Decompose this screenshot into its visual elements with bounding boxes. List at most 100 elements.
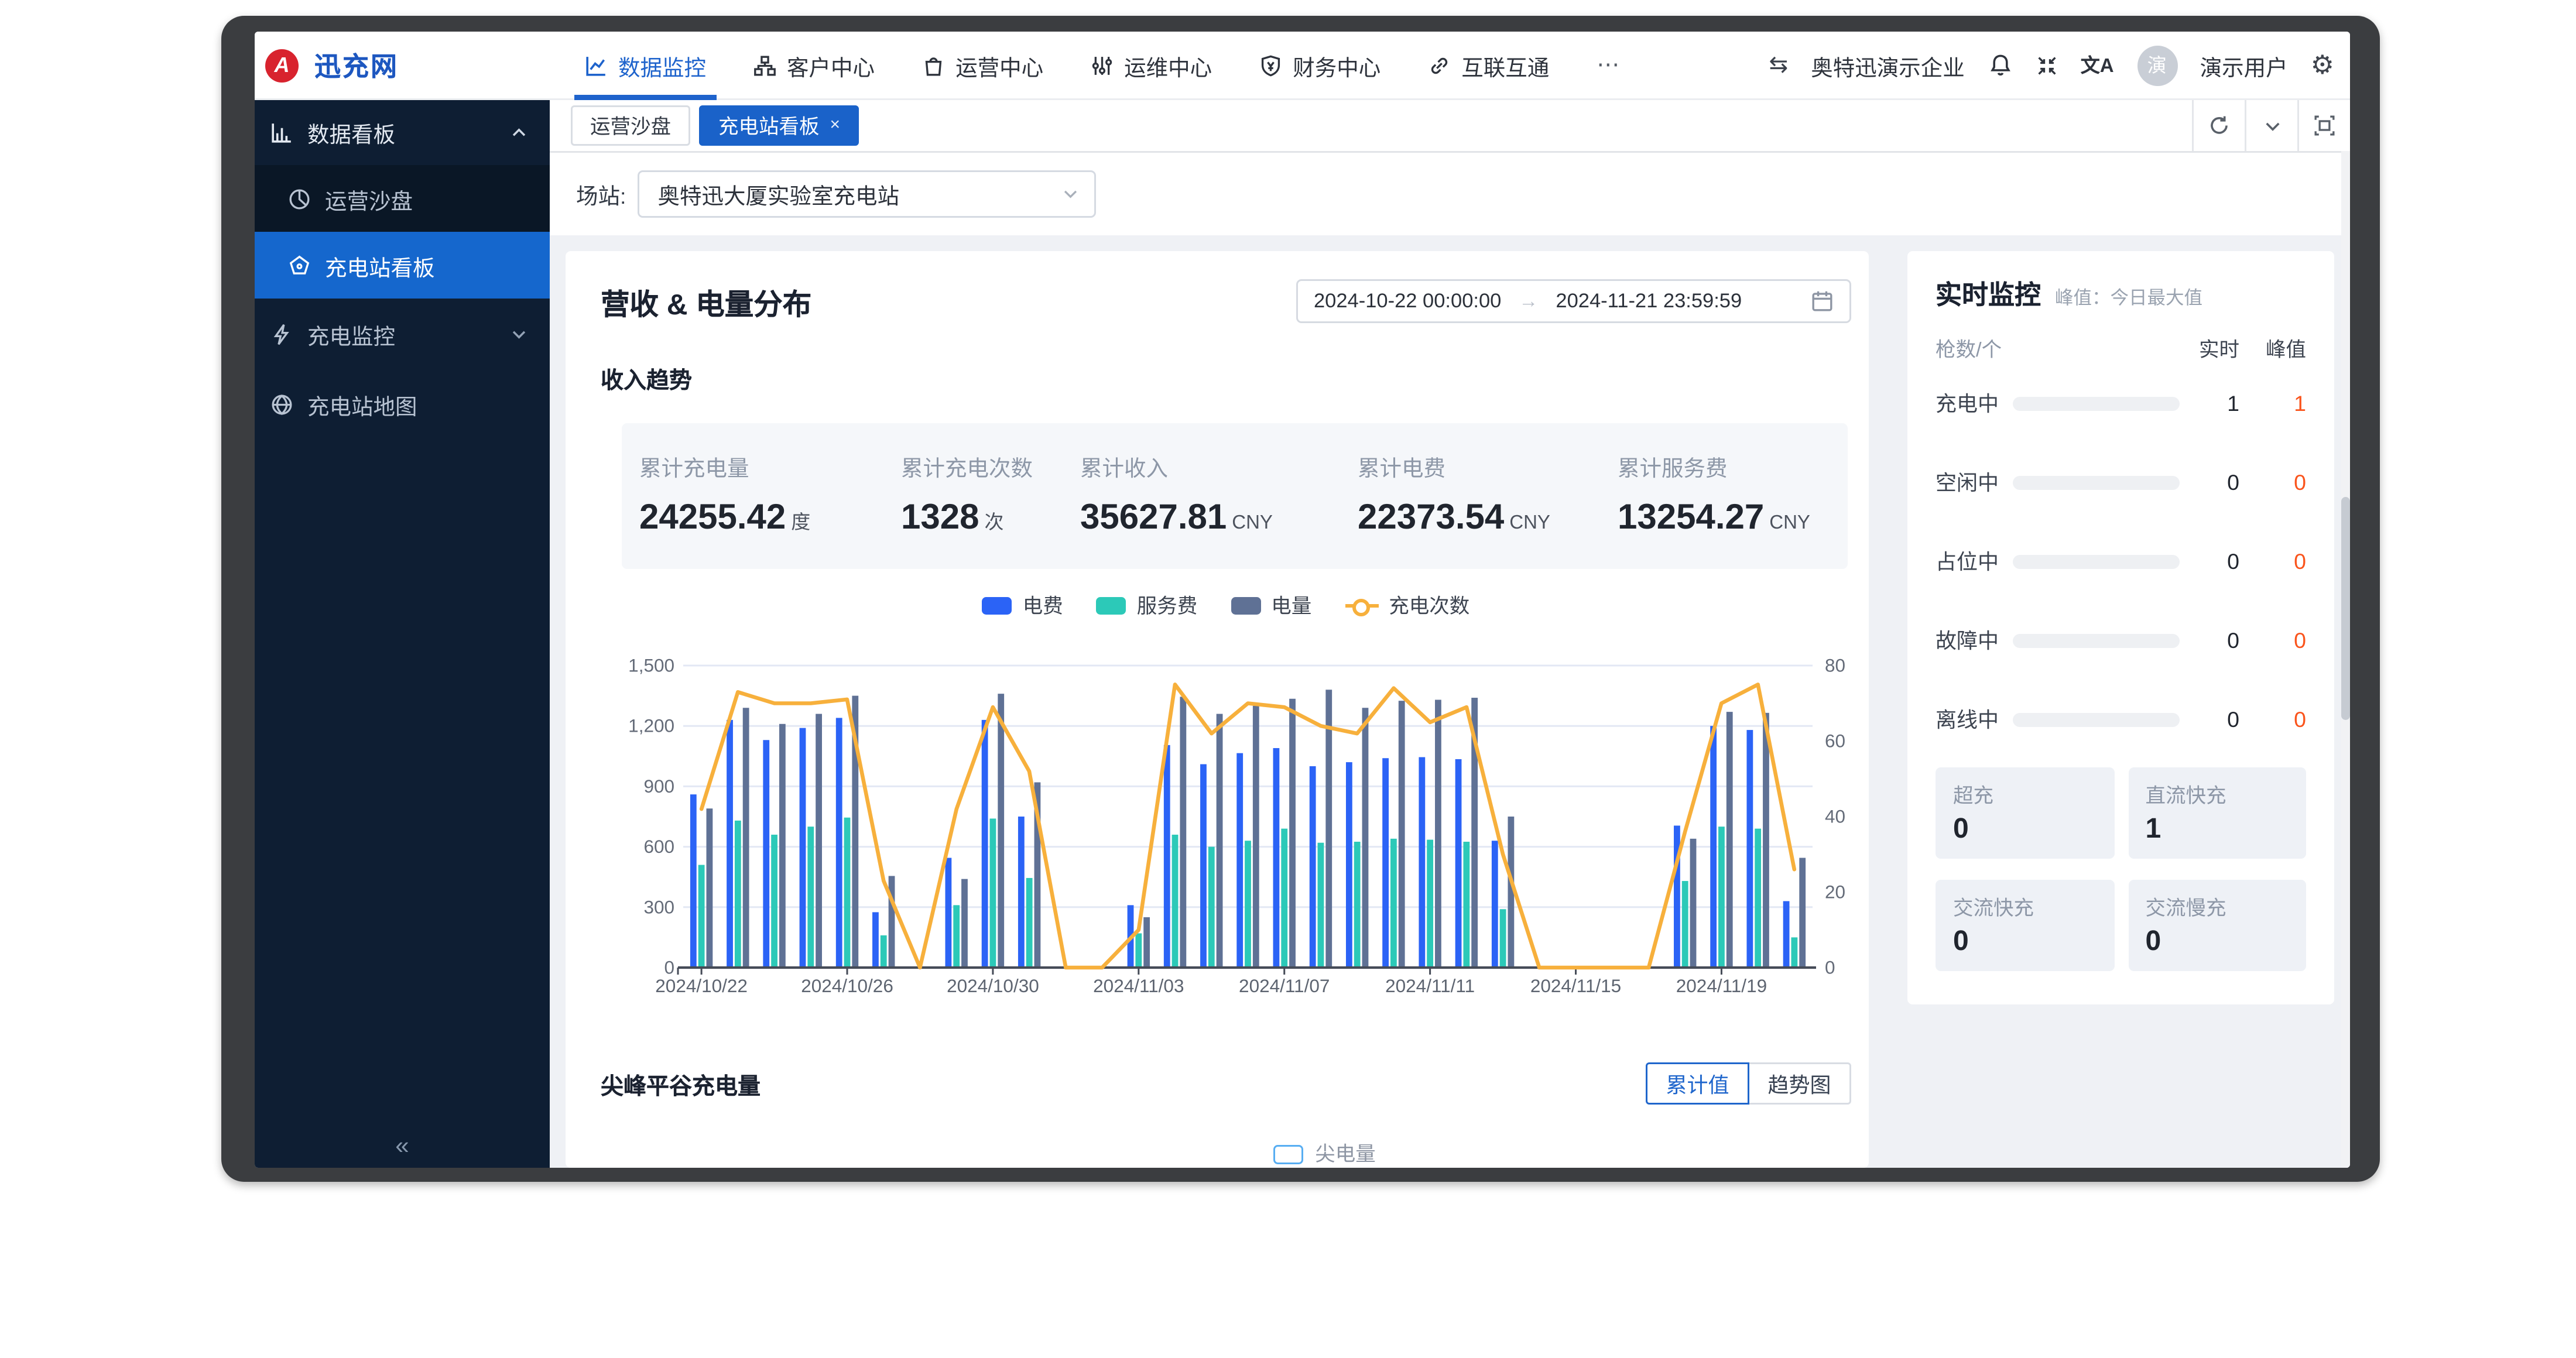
pentagon-gauge-icon <box>288 254 311 277</box>
progress-bar <box>2013 554 2180 568</box>
nav-more-button[interactable]: ⋯ <box>1597 51 1623 79</box>
row-occupied: 占位中 0 0 <box>1936 522 2306 601</box>
app-window: A 迅充网 数据监控 客户中心 运营中心 <box>255 32 2350 1168</box>
legend-swatch <box>982 597 1012 615</box>
nav-item-label: 运营中心 <box>955 49 1043 82</box>
nav-item-label: 财务中心 <box>1293 49 1381 82</box>
card-dc-fast: 直流快充 1 <box>2128 767 2307 859</box>
org-switch-icon[interactable]: ⇆ <box>1769 51 1788 79</box>
nav-item-label: 运维中心 <box>1124 49 1212 82</box>
gear-icon[interactable]: ⚙ <box>2311 52 2334 78</box>
sidebar-item-operation-sandbox[interactable]: 运营沙盘 <box>255 165 550 232</box>
row-idle: 空闲中 0 0 <box>1936 443 2306 522</box>
pie-chart-icon <box>288 187 311 210</box>
nav-item-operation-center[interactable]: 运营中心 <box>922 49 1043 82</box>
realtime-note: 峰值：今日最大值 <box>2055 284 2202 311</box>
sidebar-item-label: 充电站地图 <box>307 387 417 421</box>
translate-icon[interactable]: 文A <box>2081 51 2114 79</box>
realtime-columns: 枪数/个 实时 峰值 <box>1936 335 2306 363</box>
user-name[interactable]: 演示用户 <box>2200 49 2288 82</box>
fullscreen-icon[interactable] <box>2035 54 2058 77</box>
chevron-down-icon <box>1061 184 1081 204</box>
realtime-title: 实时监控 <box>1936 276 2041 313</box>
toggle-trend-button[interactable]: 趋势图 <box>1748 1062 1851 1105</box>
sidebar-item-charging-monitor[interactable]: 充电监控 <box>255 299 550 369</box>
shield-yuan-icon <box>1259 54 1282 77</box>
sidebar-submenu: 运营沙盘 充电站看板 <box>255 165 550 299</box>
user-cluster: ⇆ 奥特迅演示企业 文A 演 演示用户 ⚙ <box>1769 45 2341 85</box>
svg-text:2024/11/03: 2024/11/03 <box>1093 975 1184 996</box>
peak-chart-legend: 尖电量 <box>601 1140 1851 1168</box>
progress-bar <box>2013 712 2180 726</box>
sidebar-group-data-dashboard[interactable]: 数据看板 <box>255 100 550 165</box>
svg-text:2024/10/30: 2024/10/30 <box>947 975 1039 996</box>
stat-total-sessions: 累计充电次数 1328次 <box>901 450 1080 539</box>
progress-bar <box>2013 633 2180 647</box>
avatar[interactable]: 演 <box>2137 45 2177 85</box>
tab-label: 充电站看板 <box>718 112 820 140</box>
tab-operation-sandbox[interactable]: 运营沙盘 <box>571 105 690 146</box>
sidebar-collapse-button[interactable]: « <box>255 1122 550 1168</box>
chevron-up-icon <box>509 123 529 142</box>
calendar-icon <box>1811 290 1834 313</box>
svg-text:2024/10/22: 2024/10/22 <box>655 975 748 996</box>
bar-line-chart: 03006009001,2001,5000204060802024/10/222… <box>601 623 1849 1004</box>
vertical-scrollbar[interactable] <box>2341 151 2350 1168</box>
date-end: 2024-11-21 23:59:59 <box>1556 291 1742 312</box>
legend-swatch <box>1097 597 1126 615</box>
svg-text:1,500: 1,500 <box>628 655 674 676</box>
svg-text:1,200: 1,200 <box>628 715 674 736</box>
stat-total-energy: 累计充电量 24255.42度 <box>639 450 901 539</box>
close-icon[interactable]: × <box>830 116 841 135</box>
legend-electric-fee[interactable]: 电费 <box>982 592 1063 620</box>
scrollbar-thumb[interactable] <box>2341 497 2350 720</box>
nav-item-data-monitor[interactable]: 数据监控 <box>585 49 706 82</box>
nav-menu: 数据监控 客户中心 运营中心 运维中心 <box>585 49 1623 82</box>
svg-text:2024/10/26: 2024/10/26 <box>801 975 893 996</box>
maximize-button[interactable] <box>2297 100 2350 151</box>
body-row: 数据看板 运营沙盘 充电站看板 <box>255 100 2350 1168</box>
card-super-charge: 超充 0 <box>1936 767 2114 859</box>
sidebar-item-label: 充电监控 <box>307 317 395 351</box>
chevron-down-icon <box>509 324 529 344</box>
stat-total-income: 累计收入 35627.81CNY <box>1080 450 1358 539</box>
brand[interactable]: A 迅充网 <box>260 47 557 84</box>
legend-charge-count[interactable]: 充电次数 <box>1345 592 1469 620</box>
legend-energy[interactable]: 电量 <box>1231 592 1311 620</box>
refresh-icon <box>2208 114 2231 137</box>
card-ac-fast: 交流快充 0 <box>1936 880 2114 971</box>
nav-item-label: 客户中心 <box>787 49 875 82</box>
nav-item-finance-center[interactable]: 财务中心 <box>1259 49 1381 82</box>
company-name[interactable]: 奥特迅演示企业 <box>1811 49 1965 82</box>
realtime-header: 实时监控 峰值：今日最大值 <box>1936 276 2306 313</box>
tab-label: 运营沙盘 <box>590 112 671 140</box>
nav-item-customer-center[interactable]: 客户中心 <box>753 49 875 82</box>
svg-text:2024/11/07: 2024/11/07 <box>1239 975 1330 996</box>
nav-item-interconnect[interactable]: 互联互通 <box>1428 49 1549 82</box>
svg-text:20: 20 <box>1825 882 1845 903</box>
station-select[interactable]: 奥特迅大厦实验室充电站 <box>638 170 1097 218</box>
legend-line-marker <box>1345 604 1378 608</box>
lightning-icon <box>270 323 293 345</box>
tab-station-dashboard[interactable]: 充电站看板 × <box>699 105 859 146</box>
sidebar-item-station-map[interactable]: 充电站地图 <box>255 369 550 439</box>
sidebar-item-station-dashboard[interactable]: 充电站看板 <box>255 232 550 299</box>
refresh-button[interactable] <box>2192 100 2245 151</box>
svg-text:40: 40 <box>1825 806 1845 827</box>
bell-icon[interactable] <box>1988 53 2012 77</box>
tab-actions <box>2192 100 2350 151</box>
income-trend-subtitle: 收入趋势 <box>601 362 1851 395</box>
toggle-cumulative-button[interactable]: 累计值 <box>1646 1062 1749 1105</box>
revenue-title: 营收 & 电量分布 <box>601 280 811 323</box>
legend-service-fee[interactable]: 服务费 <box>1097 592 1198 620</box>
nav-item-ops-center[interactable]: 运维中心 <box>1091 49 1212 82</box>
tab-dropdown-button[interactable] <box>2245 100 2297 151</box>
date-range-picker[interactable]: 2024-10-22 00:00:00 → 2024-11-21 23:59:5… <box>1296 279 1851 323</box>
stat-total-service-fee: 累计服务费 13254.27CNY <box>1618 450 1848 539</box>
peak-legend-label: 尖电量 <box>1315 1140 1376 1168</box>
brand-name: 迅充网 <box>314 47 399 84</box>
stats-box: 累计充电量 24255.42度 累计充电次数 1328次 累计收入 35627.… <box>622 423 1848 569</box>
shopping-bag-icon <box>922 54 945 77</box>
tabs: 运营沙盘 充电站看板 × <box>571 105 859 146</box>
sidebar-group-label: 数据看板 <box>307 116 395 149</box>
